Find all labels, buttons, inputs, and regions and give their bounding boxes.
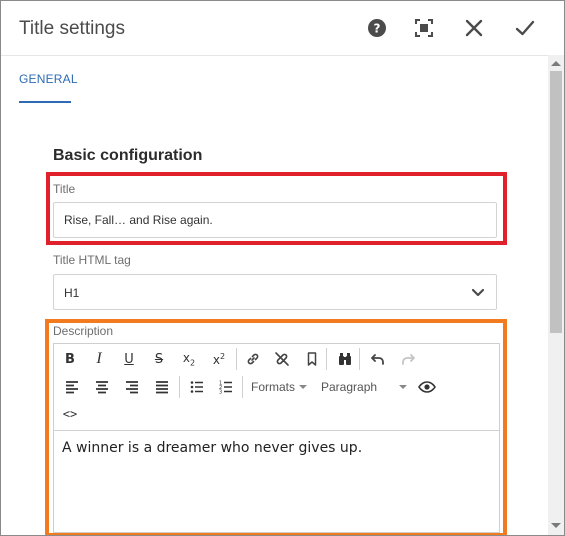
fullscreen-button[interactable] <box>411 15 437 41</box>
title-highlight-box <box>46 172 507 245</box>
tab-bar: GENERAL <box>1 56 549 104</box>
html-tag-label: Title HTML tag <box>53 253 131 267</box>
close-icon <box>465 19 483 37</box>
description-highlight-box <box>45 319 507 535</box>
scroll-up-arrow-icon[interactable] <box>551 61 561 66</box>
help-icon: ? <box>368 19 386 37</box>
html-tag-select[interactable]: H1 <box>53 274 497 310</box>
active-tab-indicator <box>19 101 71 103</box>
tab-general[interactable]: GENERAL <box>19 72 78 86</box>
help-button[interactable]: ? <box>364 15 390 41</box>
svg-text:?: ? <box>374 22 381 36</box>
checkmark-icon <box>515 20 535 36</box>
scrollbar-thumb[interactable] <box>550 71 562 333</box>
vertical-scrollbar[interactable] <box>548 55 564 535</box>
dialog-header: Title settings ? <box>1 1 549 56</box>
done-button[interactable] <box>512 15 538 41</box>
section-title: Basic configuration <box>53 147 203 164</box>
chevron-down-icon <box>471 288 485 297</box>
close-button[interactable] <box>461 15 487 41</box>
dialog-title: Title settings <box>19 18 125 39</box>
dialog: Title settings ? GENERAL Basic configura… <box>0 0 565 536</box>
html-tag-selected-value: H1 <box>64 286 80 300</box>
fullscreen-icon <box>415 19 433 37</box>
scroll-down-arrow-icon[interactable] <box>551 523 561 528</box>
